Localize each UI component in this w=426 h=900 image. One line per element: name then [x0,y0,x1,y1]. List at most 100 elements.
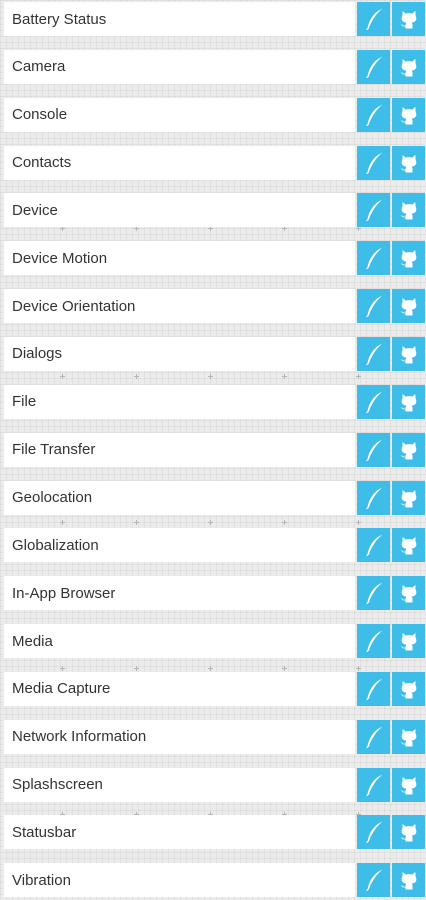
docs-button[interactable] [357,624,390,659]
github-button[interactable] [392,289,425,324]
plugin-name: Vibration [4,863,355,898]
github-button[interactable] [392,2,425,36]
plugin-row: Media [4,624,425,659]
plugin-row: In-App Browser [4,576,425,611]
docs-button[interactable] [357,719,390,754]
plugin-row: File [4,384,425,419]
docs-button[interactable] [357,145,390,180]
github-button[interactable] [392,145,425,180]
plugin-name: Battery Status [4,2,355,36]
grid-mark [208,666,213,671]
docs-button[interactable] [357,671,390,706]
github-button[interactable] [392,97,425,132]
plugin-name: File Transfer [4,432,355,467]
grid-mark [208,374,213,379]
github-button[interactable] [392,384,425,419]
plugin-row: Camera [4,49,425,84]
github-button[interactable] [392,815,425,850]
plugin-name: In-App Browser [4,576,355,611]
plugin-name: Geolocation [4,480,355,515]
docs-button[interactable] [357,767,390,802]
docs-button[interactable] [357,289,390,324]
github-octocat-icon [400,776,416,795]
github-button[interactable] [392,767,425,802]
github-octocat-icon [400,824,416,842]
docs-button[interactable] [357,863,390,898]
github-button[interactable] [392,241,425,276]
plugin-row: Network Information [4,719,425,754]
github-button[interactable] [392,49,425,84]
github-octocat-icon [400,441,416,460]
feather-icon [365,678,382,700]
grid-mark [60,374,65,379]
plugin-row: Globalization [4,528,425,563]
github-octocat-icon [400,633,416,651]
github-octocat-icon [400,250,416,268]
feather-icon [365,8,382,30]
docs-button[interactable] [357,480,390,515]
plugin-name: Media Capture [4,671,355,706]
grid-mark [134,666,139,671]
github-octocat-icon [400,58,416,77]
github-button[interactable] [392,671,425,706]
plugin-name: Device Orientation [4,289,355,324]
github-octocat-icon [400,202,416,220]
plugin-name: Device [4,193,355,228]
plugin-row: Vibration [4,863,425,898]
github-button[interactable] [392,480,425,515]
feather-icon [365,630,382,653]
github-button[interactable] [392,624,425,659]
docs-button[interactable] [357,528,390,563]
feather-icon [365,821,382,844]
github-button[interactable] [392,863,425,898]
docs-button[interactable] [357,2,390,36]
github-button[interactable] [392,336,425,371]
plugin-name: Statusbar [4,815,355,850]
grid-mark [356,666,361,671]
github-octocat-icon [400,11,416,29]
github-button[interactable] [392,528,425,563]
grid-mark [208,520,213,525]
docs-button[interactable] [357,432,390,467]
plugin-name: File [4,384,355,419]
feather-icon [365,487,382,509]
grid-mark [60,520,65,525]
docs-button[interactable] [357,49,390,84]
grid-mark [60,666,65,671]
plugin-row: Contacts [4,145,425,180]
plugin-name: Console [4,97,355,132]
docs-button[interactable] [357,97,390,132]
github-octocat-icon [400,585,416,603]
docs-button[interactable] [357,336,390,371]
docs-button[interactable] [357,193,390,228]
plugin-row: Device [4,193,425,228]
feather-icon [365,726,382,748]
feather-icon [365,869,382,892]
plugin-name: Contacts [4,145,355,180]
plugin-name: Splashscreen [4,767,355,802]
github-octocat-icon [400,393,416,412]
github-octocat-icon [400,872,416,890]
docs-button[interactable] [357,815,390,850]
github-octocat-icon [400,106,416,125]
plugin-row: Device Orientation [4,289,425,324]
plugin-name: Globalization [4,528,355,563]
grid-mark [282,520,287,525]
docs-button[interactable] [357,241,390,276]
docs-button[interactable] [357,384,390,419]
github-octocat-icon [400,728,416,747]
docs-button[interactable] [357,576,390,611]
feather-icon [365,247,382,270]
github-button[interactable] [392,193,425,228]
plugin-name: Network Information [4,719,355,754]
grid-mark [356,520,361,525]
plugin-name: Camera [4,49,355,84]
github-button[interactable] [392,432,425,467]
feather-icon [365,152,382,174]
github-button[interactable] [392,576,425,611]
grid-mark [282,666,287,671]
github-octocat-icon [400,345,416,364]
github-button[interactable] [392,719,425,754]
feather-icon [365,343,382,365]
github-octocat-icon [400,537,416,555]
